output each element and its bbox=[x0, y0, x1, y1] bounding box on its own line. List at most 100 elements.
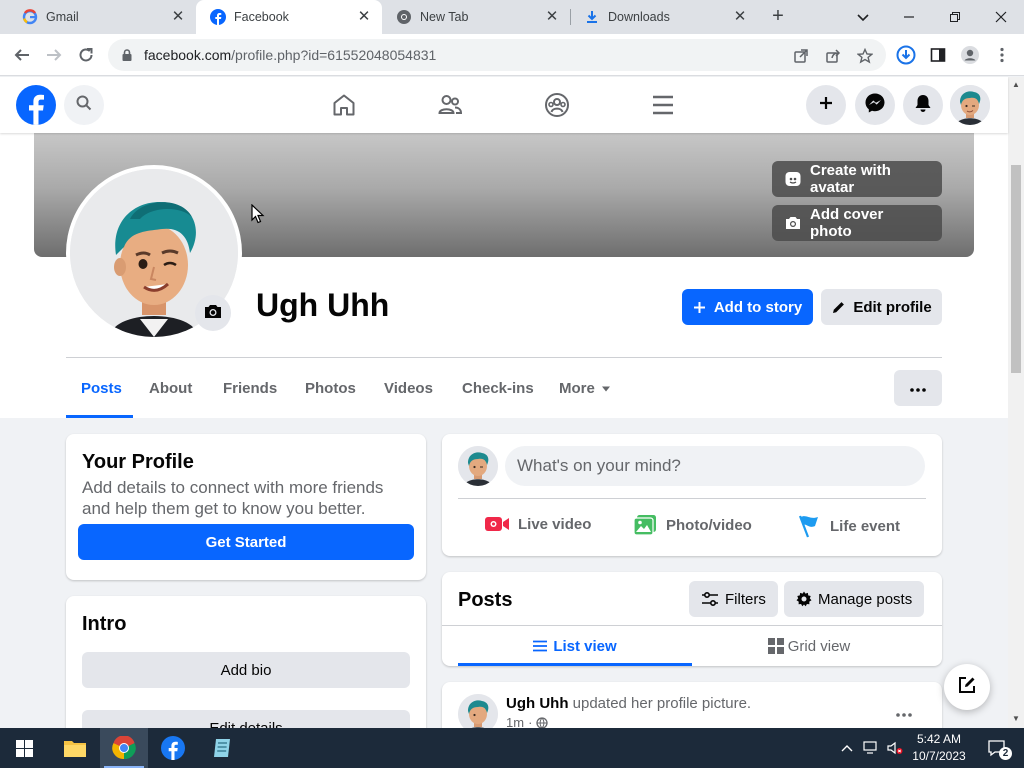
composer-avatar[interactable] bbox=[458, 446, 498, 486]
live-video-button[interactable]: Live video bbox=[484, 514, 591, 534]
composer-card: What's on your mind? Live video Photo/vi… bbox=[442, 434, 942, 556]
tab-friends[interactable]: Friends bbox=[223, 380, 277, 397]
post-options-icon[interactable] bbox=[896, 704, 912, 722]
chrome-icon bbox=[396, 9, 412, 25]
tab-facebook[interactable]: Facebook ✕ bbox=[196, 0, 382, 34]
post-action-text: updated her profile picture. bbox=[572, 695, 752, 712]
notepad-taskbar-icon[interactable] bbox=[198, 728, 246, 768]
url-host: facebook.com bbox=[144, 47, 232, 63]
intro-title: Intro bbox=[82, 613, 127, 635]
new-message-button[interactable] bbox=[944, 664, 990, 710]
avatar-sticker-icon bbox=[784, 170, 802, 188]
bookmark-star-icon[interactable] bbox=[856, 47, 874, 65]
live-video-icon bbox=[484, 514, 510, 534]
profile-name: Ugh Uhh bbox=[256, 287, 390, 323]
tab-check-ins[interactable]: Check-ins bbox=[462, 380, 534, 397]
url-bar[interactable]: facebook.com/profile.php?id=615520480548… bbox=[108, 39, 886, 71]
tab-search-chevron-icon[interactable] bbox=[840, 0, 886, 34]
forward-arrow-icon[interactable] bbox=[42, 43, 66, 67]
download-icon bbox=[584, 9, 600, 25]
profile-icon[interactable] bbox=[958, 43, 982, 67]
restore-button[interactable] bbox=[932, 0, 978, 34]
friends-icon[interactable] bbox=[434, 89, 466, 121]
groups-icon[interactable] bbox=[541, 89, 573, 121]
composer-divider bbox=[458, 498, 926, 499]
show-hidden-icons-chevron-icon[interactable] bbox=[838, 739, 856, 757]
list-view-tab[interactable]: List view bbox=[458, 626, 692, 666]
side-panel-icon[interactable] bbox=[926, 43, 950, 67]
share-icon[interactable] bbox=[824, 47, 842, 65]
scroll-up-arrow-icon[interactable]: ▲ bbox=[1012, 81, 1020, 89]
kebab-menu-icon[interactable] bbox=[990, 43, 1014, 67]
tab-more[interactable]: More bbox=[559, 380, 611, 397]
your-profile-description: Add details to connect with more friends… bbox=[82, 477, 383, 519]
post-author-name[interactable]: Ugh Uhh bbox=[506, 695, 568, 712]
close-window-button[interactable] bbox=[978, 0, 1024, 34]
life-event-button[interactable]: Life event bbox=[796, 514, 900, 538]
tab-posts[interactable]: Posts bbox=[81, 380, 122, 397]
manage-posts-button[interactable]: Manage posts bbox=[784, 581, 925, 617]
create-button[interactable] bbox=[806, 85, 846, 125]
tab-new-tab[interactable]: New Tab ✕ bbox=[382, 0, 570, 34]
account-avatar[interactable] bbox=[950, 85, 990, 125]
photo-video-label: Photo/video bbox=[666, 516, 752, 534]
get-started-button[interactable]: Get Started bbox=[78, 524, 414, 560]
filters-button[interactable]: Filters bbox=[689, 581, 778, 617]
your-profile-desc-line: and help them get to know you better. bbox=[82, 499, 366, 518]
add-cover-photo-button[interactable]: Add cover photo bbox=[772, 205, 942, 241]
home-icon[interactable] bbox=[328, 89, 360, 121]
url-text: facebook.com/profile.php?id=615520480548… bbox=[144, 47, 436, 63]
action-center-icon[interactable]: 2 bbox=[984, 739, 1012, 760]
grid-view-tab[interactable]: Grid view bbox=[692, 626, 926, 666]
close-tab-icon[interactable]: ✕ bbox=[356, 9, 372, 25]
volume-muted-icon[interactable] bbox=[886, 739, 904, 757]
intro-card: Intro Add bio Edit details bbox=[66, 596, 426, 736]
whats-on-your-mind-input[interactable]: What's on your mind? bbox=[505, 446, 925, 486]
edit-profile-picture-button[interactable] bbox=[195, 295, 231, 331]
new-tab-button[interactable]: + bbox=[766, 5, 790, 29]
tab-downloads[interactable]: Downloads ✕ bbox=[570, 0, 758, 34]
more-horizontal-icon bbox=[910, 379, 926, 397]
add-to-story-button[interactable]: Add to story bbox=[682, 289, 813, 325]
menu-hamburger-icon[interactable] bbox=[647, 89, 679, 121]
grid-icon bbox=[767, 638, 784, 654]
taskbar-clock[interactable]: 5:42 AM 10/7/2023 bbox=[906, 731, 972, 765]
back-arrow-icon[interactable] bbox=[10, 43, 34, 67]
reload-icon[interactable] bbox=[74, 43, 98, 67]
tab-gmail[interactable]: Gmail ✕ bbox=[8, 0, 196, 34]
network-icon[interactable] bbox=[862, 739, 880, 757]
close-tab-icon[interactable]: ✕ bbox=[732, 9, 748, 25]
file-explorer-icon[interactable] bbox=[51, 728, 99, 768]
scroll-down-arrow-icon[interactable]: ▼ bbox=[1012, 715, 1020, 723]
notifications-button[interactable] bbox=[903, 85, 943, 125]
close-tab-icon[interactable]: ✕ bbox=[170, 9, 186, 25]
facebook-search-button[interactable] bbox=[64, 85, 104, 125]
facebook-taskbar-icon[interactable] bbox=[149, 728, 197, 768]
add-bio-button[interactable]: Add bio bbox=[82, 652, 410, 688]
scrollbar-thumb[interactable] bbox=[1011, 165, 1021, 373]
photo-video-icon bbox=[632, 514, 658, 536]
profile-options-button[interactable] bbox=[894, 370, 942, 406]
messenger-button[interactable] bbox=[855, 85, 895, 125]
close-tab-icon[interactable]: ✕ bbox=[544, 9, 560, 25]
create-with-avatar-button[interactable]: Create with avatar bbox=[772, 161, 942, 197]
notification-count-badge: 2 bbox=[999, 747, 1012, 760]
minimize-button[interactable] bbox=[886, 0, 932, 34]
address-toolbar: facebook.com/profile.php?id=615520480548… bbox=[0, 34, 1024, 76]
browser-tab-strip: Gmail ✕ Facebook ✕ New Tab ✕ Downloads ✕… bbox=[0, 0, 1024, 34]
plus-icon bbox=[818, 95, 834, 116]
tab-videos[interactable]: Videos bbox=[384, 380, 433, 397]
tab-about[interactable]: About bbox=[149, 380, 192, 397]
open-in-app-icon[interactable] bbox=[792, 47, 810, 65]
tab-label: New Tab bbox=[420, 10, 469, 24]
facebook-logo-icon[interactable] bbox=[16, 85, 56, 125]
page-scrollbar[interactable]: ▲ ▼ bbox=[1008, 77, 1024, 728]
downloads-progress-icon[interactable] bbox=[894, 43, 918, 67]
manage-posts-label: Manage posts bbox=[818, 590, 913, 608]
tab-photos[interactable]: Photos bbox=[305, 380, 356, 397]
header-divider bbox=[66, 357, 942, 358]
windows-start-icon[interactable] bbox=[0, 728, 48, 768]
chrome-taskbar-icon[interactable] bbox=[100, 728, 148, 768]
edit-profile-button[interactable]: Edit profile bbox=[821, 289, 942, 325]
photo-video-button[interactable]: Photo/video bbox=[632, 514, 752, 536]
